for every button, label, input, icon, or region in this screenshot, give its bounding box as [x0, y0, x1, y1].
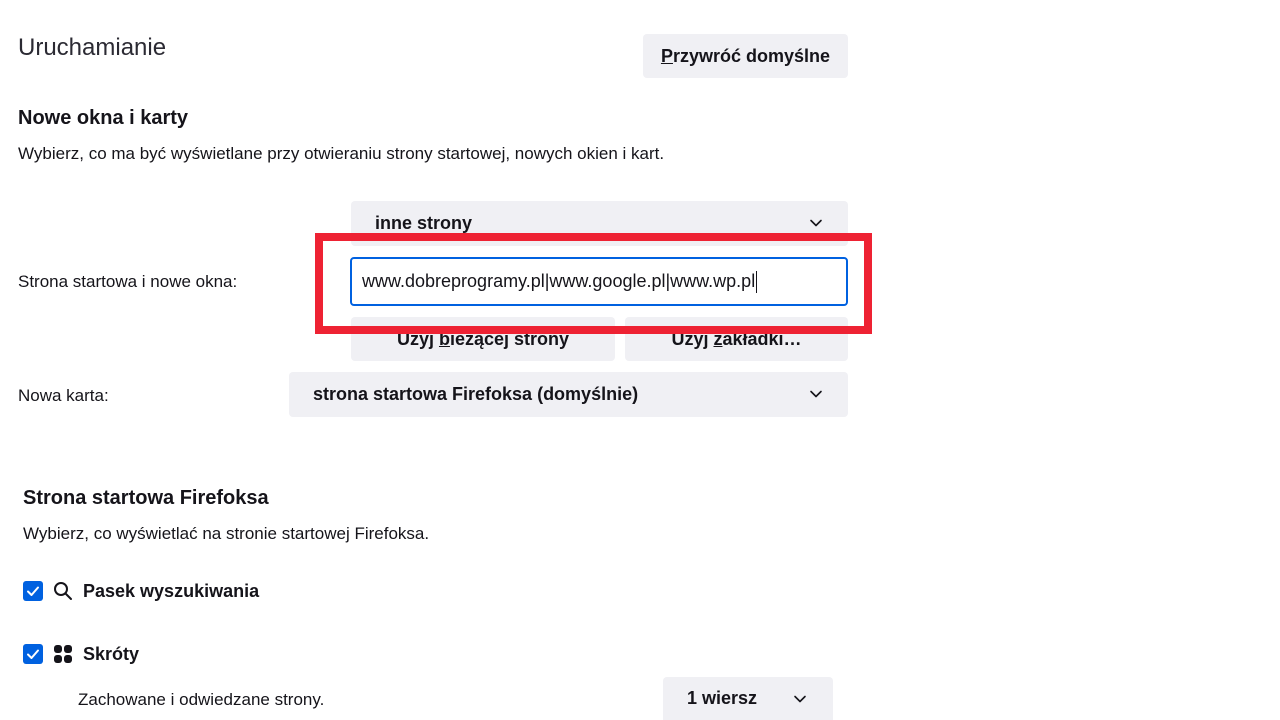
chevron-down-icon	[794, 695, 806, 703]
firefox-home-description: Wybierz, co wyświetlać na stronie starto…	[23, 524, 430, 543]
search-bar-label[interactable]: Pasek wyszukiwania	[83, 581, 259, 602]
search-icon	[54, 582, 72, 600]
startup-title: Uruchamianie	[18, 34, 167, 61]
new-windows-description: Wybierz, co ma być wyświetlane przy otwi…	[18, 144, 665, 163]
text-caret	[756, 270, 758, 293]
restore-defaults-accesskey: P	[660, 45, 673, 66]
use-current-accesskey: b	[438, 328, 450, 349]
settings-page: Uruchamianie Przywróć domyślne Nowe okna…	[0, 0, 1280, 720]
search-bar-checkbox[interactable]	[23, 581, 43, 601]
use-bookmark-button[interactable]: Użyj z akładki…	[625, 317, 848, 361]
use-current-prefix: Użyj	[396, 328, 439, 349]
check-icon	[27, 649, 39, 659]
restore-defaults-label: rzywróć domyślne	[672, 45, 831, 66]
new-tab-value: strona startowa Firefoksa (domyślnie)	[313, 384, 639, 404]
shortcuts-checkbox[interactable]	[23, 644, 43, 664]
homepage-label: Strona startowa i nowe okna:	[18, 272, 238, 291]
shortcuts-rows-select[interactable]: 1 wiersz	[663, 677, 833, 720]
new-tab-select[interactable]: strona startowa Firefoksa (domyślnie)	[289, 372, 848, 417]
use-bookmark-rest: akładki…	[722, 328, 802, 349]
firefox-home-heading: Strona startowa Firefoksa	[23, 487, 269, 509]
shortcuts-label[interactable]: Skróty	[83, 644, 139, 665]
chevron-down-icon	[810, 219, 822, 227]
restore-defaults-button[interactable]: Przywróć domyślne	[643, 34, 848, 78]
use-current-rest: ieżącej strony	[449, 328, 570, 349]
grid-icon	[54, 645, 72, 663]
shortcuts-description: Zachowane i odwiedzane strony.	[78, 690, 325, 709]
chevron-down-icon	[810, 390, 822, 398]
shortcuts-rows-value: 1 wiersz	[687, 688, 758, 708]
new-tab-label: Nowa karta:	[18, 386, 109, 405]
use-current-page-button[interactable]: Użyj b ieżącej strony	[351, 317, 615, 361]
homepage-mode-select[interactable]: inne strony	[351, 201, 848, 246]
use-bookmark-accesskey: z	[713, 328, 723, 349]
homepage-url-input[interactable]: www.dobreprogramy.pl|www.google.pl|www.w…	[350, 257, 848, 306]
homepage-mode-value: inne strony	[375, 213, 473, 233]
new-windows-heading: Nowe okna i karty	[18, 107, 189, 129]
homepage-url-value: www.dobreprogramy.pl|www.google.pl|www.w…	[362, 271, 756, 291]
use-bookmark-prefix: Użyj	[671, 328, 714, 349]
check-icon	[27, 586, 39, 596]
